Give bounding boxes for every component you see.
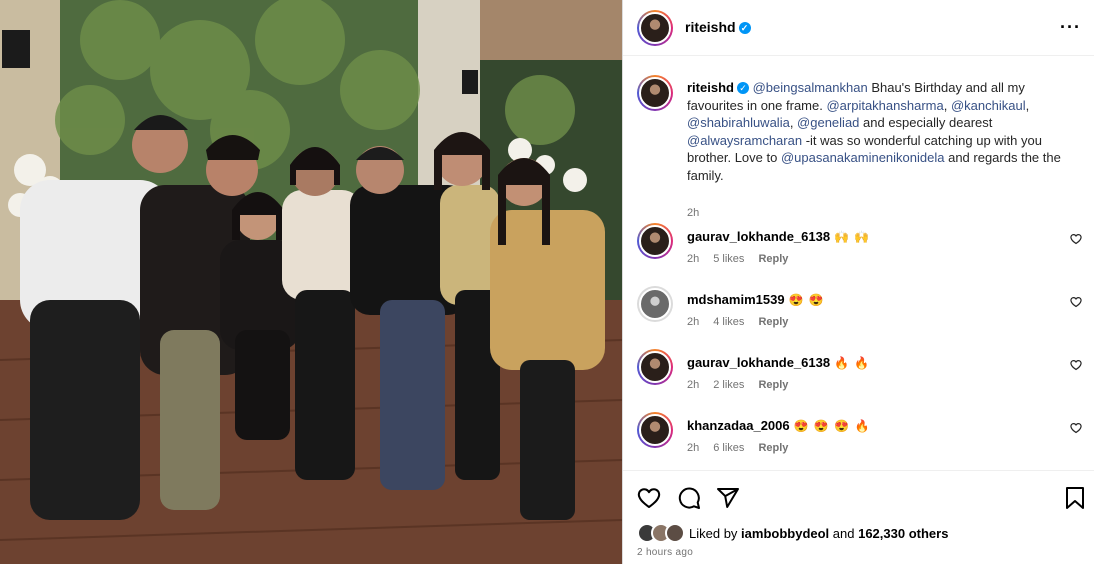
comment-heart-icon[interactable] xyxy=(1070,233,1082,245)
commenter-avatar[interactable] xyxy=(637,223,673,259)
comment-text: 🔥 🔥 xyxy=(834,356,871,370)
author-username[interactable]: riteishd ✓ xyxy=(685,19,751,35)
comment-like-count[interactable]: 6 likes xyxy=(713,442,744,454)
post-header: riteishd ✓ ··· xyxy=(623,0,1094,56)
bookmark-icon[interactable] xyxy=(1063,486,1087,510)
comment-heart-icon[interactable] xyxy=(1070,296,1082,308)
caption-text-segment: , xyxy=(789,115,798,130)
liker-avatars xyxy=(637,523,685,543)
post-actions: Liked by iambobbydeol and 162,330 others… xyxy=(623,470,1094,564)
comment-meta: 2h 4 likes Reply xyxy=(687,316,802,328)
caption-timestamp[interactable]: 2h xyxy=(687,207,699,219)
comment-timestamp[interactable]: 2h xyxy=(687,442,699,454)
commenter-avatar[interactable] xyxy=(637,349,673,385)
comments-scroll-area[interactable]: riteishd ✓ @beingsalmankhan Bhau's Birthd… xyxy=(623,57,1094,467)
commenter-username[interactable]: khanzadaa_2006 xyxy=(687,418,790,433)
comment-meta: 2h 6 likes Reply xyxy=(687,442,802,454)
comment-heart-icon[interactable] xyxy=(1070,359,1082,371)
comment-row: khanzadaa_2006 😍 😍 😍 🔥 2h 6 likes Reply xyxy=(637,412,1082,462)
caption-author-avatar[interactable] xyxy=(637,75,673,111)
post-details-panel: riteishd ✓ ··· riteishd ✓ @beingsalmankhan… xyxy=(622,0,1094,564)
caption-text: riteishd ✓ @beingsalmankhan Bhau's Birthd… xyxy=(687,79,1079,184)
heart-icon[interactable] xyxy=(637,486,661,510)
caption-text-segment: , xyxy=(943,97,951,113)
comment-row: gaurav_lokhande_6138 🙌 🙌 2h 5 likes Reply xyxy=(637,223,1082,273)
more-options-icon[interactable]: ··· xyxy=(1060,18,1081,36)
comment-like-count[interactable]: 2 likes xyxy=(713,379,744,391)
likes-middle: and xyxy=(829,526,859,541)
reply-button[interactable]: Reply xyxy=(758,379,788,391)
post-timestamp[interactable]: 2 hours ago xyxy=(637,547,693,558)
comment-timestamp[interactable]: 2h xyxy=(687,253,699,265)
caption-mention-link[interactable]: @arpitakhansharma xyxy=(826,98,943,113)
likes-prefix: Liked by xyxy=(689,526,742,541)
likes-summary[interactable]: Liked by iambobbydeol and 162,330 others xyxy=(637,523,948,543)
comment-heart-icon[interactable] xyxy=(1070,422,1082,434)
author-username-text[interactable]: riteishd xyxy=(685,19,736,35)
comment-text: 😍 😍 😍 🔥 xyxy=(793,419,871,433)
comment-timestamp[interactable]: 2h xyxy=(687,379,699,391)
comment-header: gaurav_lokhande_6138 🔥 🔥 xyxy=(687,355,870,370)
comment-header: gaurav_lokhande_6138 🙌 🙌 xyxy=(687,229,870,244)
comment-meta: 2h 2 likes Reply xyxy=(687,379,802,391)
commenter-avatar[interactable] xyxy=(637,286,673,322)
reply-button[interactable]: Reply xyxy=(758,442,788,454)
verified-badge-icon: ✓ xyxy=(736,82,749,94)
comment-icon[interactable] xyxy=(677,486,701,510)
caption-mention-link[interactable]: @upasanakaminenikonidela xyxy=(781,150,945,165)
comment-header: khanzadaa_2006 😍 😍 😍 🔥 xyxy=(687,418,870,433)
comment-text: 🙌 🙌 xyxy=(834,230,871,244)
liker-username[interactable]: iambobbydeol xyxy=(741,526,829,541)
comment-timestamp[interactable]: 2h xyxy=(687,316,699,328)
caption-mention-link[interactable]: @kanchikaul xyxy=(951,98,1026,113)
reply-button[interactable]: Reply xyxy=(758,316,788,328)
commenter-username[interactable]: mdshamim1539 xyxy=(687,292,785,307)
commenter-username[interactable]: gaurav_lokhande_6138 xyxy=(687,355,830,370)
caption-mention-link[interactable]: @beingsalmankhan xyxy=(753,80,868,95)
comment-header: mdshamim1539 😍 😍 xyxy=(687,292,825,307)
likes-count[interactable]: 162,330 others xyxy=(858,526,948,541)
verified-badge-icon: ✓ xyxy=(738,22,751,34)
comment-like-count[interactable]: 5 likes xyxy=(713,253,744,265)
comment-row: gaurav_lokhande_6138 🔥 🔥 2h 2 likes Reply xyxy=(637,349,1082,399)
comment-like-count[interactable]: 4 likes xyxy=(713,316,744,328)
caption-text-segment: and especially dearest xyxy=(859,115,993,130)
comment-text: 😍 😍 xyxy=(788,293,825,307)
caption-author-username[interactable]: riteishd xyxy=(687,80,734,95)
reply-button[interactable]: Reply xyxy=(758,253,788,265)
caption-mention-link[interactable]: @alwaysramcharan xyxy=(687,133,802,148)
comment-row: mdshamim1539 😍 😍 2h 4 likes Reply xyxy=(637,286,1082,336)
caption-mention-link[interactable]: @shabirahluwalia xyxy=(687,115,790,130)
commenter-username[interactable]: gaurav_lokhande_6138 xyxy=(687,229,830,244)
group-photo-illustration xyxy=(0,0,622,564)
post-photo[interactable] xyxy=(0,0,622,564)
caption-body: @beingsalmankhan Bhau's Birthday and all… xyxy=(687,80,1061,183)
comment-meta: 2h 5 likes Reply xyxy=(687,253,802,265)
author-avatar[interactable] xyxy=(637,10,673,46)
caption-mention-link[interactable]: @geneliad xyxy=(797,115,859,130)
commenter-avatar[interactable] xyxy=(637,412,673,448)
caption-text-segment: , xyxy=(1025,97,1030,113)
share-icon[interactable] xyxy=(716,486,740,510)
